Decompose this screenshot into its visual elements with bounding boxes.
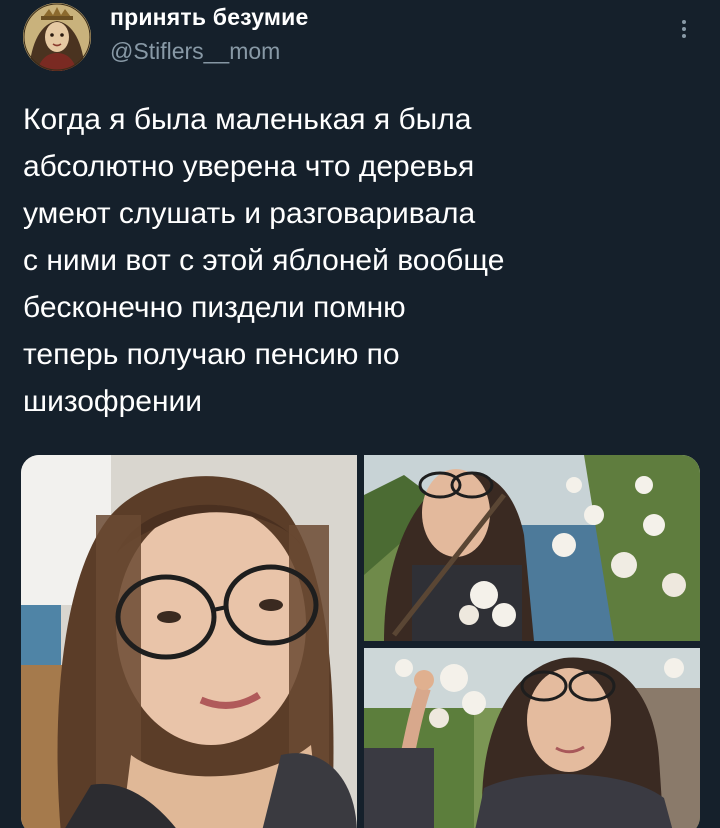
more-options-button[interactable] bbox=[674, 18, 694, 48]
tweet-text-line: бесконечно пиздели помню bbox=[23, 291, 406, 324]
tweet-card: принять безумие @Stiflers__mom Когда я б… bbox=[0, 0, 720, 828]
photo-apple-tree-2[interactable] bbox=[364, 648, 700, 828]
avatar[interactable] bbox=[23, 3, 91, 71]
tweet-text-line: Когда я была маленькая я была bbox=[23, 103, 472, 136]
photo-selfie-closeup[interactable] bbox=[21, 455, 357, 828]
tweet-text: Когда я была маленькая я была абсолютно … bbox=[23, 96, 683, 425]
tweet-text-line: с ними вот с этой яблоней вообще bbox=[23, 244, 505, 277]
photo-apple-tree-1[interactable] bbox=[364, 455, 700, 641]
avatar-portrait-icon bbox=[23, 3, 91, 71]
display-name[interactable]: принять безумие bbox=[110, 4, 308, 31]
tweet-text-line: шизофрении bbox=[23, 385, 203, 418]
more-vertical-icon-dot bbox=[682, 34, 686, 38]
tweet-text-line: умеют слушать и разговаривала bbox=[23, 197, 476, 230]
more-vertical-icon bbox=[682, 20, 686, 24]
media-grid bbox=[21, 455, 700, 828]
tweet-text-line: абсолютно уверена что деревья bbox=[23, 150, 475, 183]
tweet-text-line: теперь получаю пенсию по bbox=[23, 338, 400, 371]
more-vertical-icon-dot bbox=[682, 27, 686, 31]
user-handle[interactable]: @Stiflers__mom bbox=[110, 38, 280, 65]
